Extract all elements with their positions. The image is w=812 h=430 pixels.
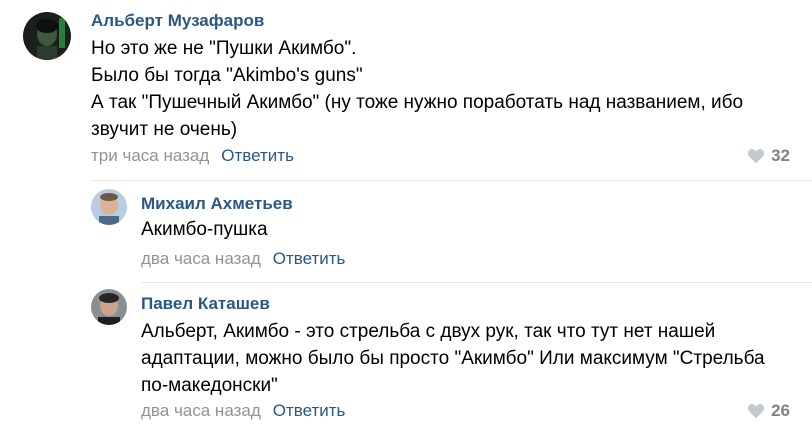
- comment-author[interactable]: Михаил Ахметьев: [141, 194, 293, 214]
- like-count: 32: [771, 146, 790, 165]
- comment-time[interactable]: два часа назад: [141, 401, 261, 420]
- avatar-image-icon: [91, 189, 127, 225]
- comment-line: Альберт, Акимбо - это стрельба с двух ру…: [141, 321, 716, 342]
- comment-time[interactable]: два часа назад: [141, 249, 261, 268]
- reply-button[interactable]: Ответить: [221, 146, 294, 165]
- comment-text: Но это же не "Пушки Акимбо". Было бы тог…: [91, 35, 743, 143]
- comment-author[interactable]: Альберт Музафаров: [91, 11, 264, 31]
- comment-line: адаптации, можно было бы просто "Акимбо"…: [141, 348, 765, 369]
- like-button[interactable]: 32: [747, 146, 790, 166]
- reply-button[interactable]: Ответить: [273, 401, 346, 420]
- heart-icon: [747, 404, 765, 419]
- comment-meta: два часа назад Ответить: [141, 401, 345, 421]
- heart-icon: [747, 149, 765, 164]
- comment-time[interactable]: три часа назад: [91, 146, 209, 165]
- divider: [141, 282, 812, 283]
- avatar[interactable]: [91, 289, 127, 325]
- comment-meta: три часа назад Ответить: [91, 146, 294, 166]
- comment-meta: два часа назад Ответить: [141, 249, 345, 269]
- like-button[interactable]: 26: [747, 401, 790, 421]
- avatar-image-icon: [91, 289, 127, 325]
- avatar[interactable]: [23, 12, 71, 60]
- comment-line: по-македонски": [141, 375, 278, 396]
- comment-line: А так "Пушечный Акимбо" (ну тоже нужно п…: [91, 92, 744, 113]
- divider: [91, 180, 812, 181]
- avatar[interactable]: [91, 189, 127, 225]
- comment-author[interactable]: Павел Каташев: [141, 294, 270, 314]
- reply-button[interactable]: Ответить: [273, 249, 346, 268]
- comment-line: Было бы тогда "Akimbo's guns": [91, 65, 363, 86]
- like-count: 26: [771, 401, 790, 420]
- comment-line: Акимбо-пушка: [141, 219, 268, 240]
- avatar-image-icon: [23, 12, 71, 60]
- comment-line: Но это же не "Пушки Акимбо".: [91, 38, 357, 59]
- comment-text: Альберт, Акимбо - это стрельба с двух ру…: [141, 318, 765, 399]
- comment-text: Акимбо-пушка: [141, 216, 268, 243]
- comment-line: звучит не очень): [91, 119, 238, 140]
